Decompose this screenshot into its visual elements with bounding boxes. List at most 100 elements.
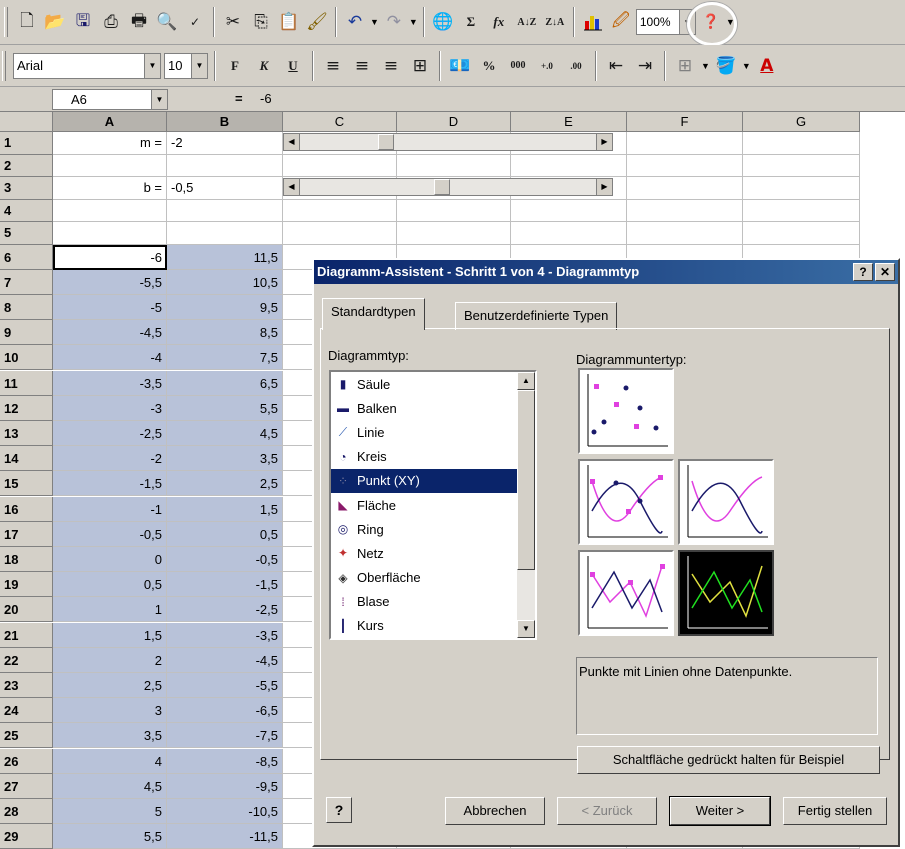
cell-a-7[interactable]: -5,5 [53, 269, 167, 295]
subtype-smooth-lines[interactable] [678, 459, 774, 545]
row-header[interactable]: 11 [0, 370, 53, 396]
cell-b-16[interactable]: 1,5 [167, 496, 283, 522]
row-header[interactable]: 14 [0, 446, 53, 472]
charttype-item[interactable]: ▬ Balken [331, 396, 517, 420]
copy-icon[interactable]: ⎘ [248, 7, 274, 37]
cell-a-2[interactable] [53, 154, 167, 177]
align-left-icon[interactable]: ≡ [320, 51, 346, 81]
bold-button[interactable]: F [222, 51, 248, 81]
cell-a-1[interactable]: m = [53, 132, 167, 155]
cell-a-12[interactable]: -3 [53, 395, 167, 421]
cell-a-27[interactable]: 4,5 [53, 773, 167, 799]
charttype-item[interactable]: ◎ Ring [331, 517, 517, 541]
row-header[interactable]: 15 [0, 471, 53, 497]
print-preview-icon[interactable]: 🔍 [154, 7, 180, 37]
charttype-item[interactable]: ◔ Kreis [331, 445, 517, 469]
scroll-right-icon[interactable]: ▶ [596, 179, 612, 195]
subtype-smooth-markers[interactable] [578, 459, 674, 545]
cell-b-25[interactable]: -7,5 [167, 723, 283, 749]
row-header[interactable]: 1 [0, 132, 53, 155]
cell-a-23[interactable]: 2,5 [53, 672, 167, 699]
column-header-a[interactable]: A [53, 112, 167, 132]
hyperlink-icon[interactable]: 🌐 [430, 7, 456, 37]
cell-a-29[interactable]: 5,5 [53, 824, 167, 849]
row-header[interactable]: 22 [0, 647, 53, 673]
scroll-thumb[interactable] [378, 134, 394, 150]
underline-button[interactable]: U [280, 51, 306, 81]
row-header[interactable]: 16 [0, 496, 53, 522]
row-header[interactable]: 3 [0, 177, 53, 200]
cell-empty[interactable] [283, 154, 397, 177]
chevron-down-icon[interactable]: ▼ [191, 53, 207, 78]
cell-a-19[interactable]: 0,5 [53, 572, 167, 598]
decrease-indent-icon[interactable]: ⇤ [603, 51, 629, 81]
cell-a-20[interactable]: 1 [53, 597, 167, 623]
cell-b-1[interactable]: -2 [167, 132, 283, 155]
chart-wizard-icon[interactable] [580, 7, 606, 37]
new-icon[interactable]: 🗋 [14, 7, 40, 37]
cell-empty[interactable] [283, 199, 397, 222]
back-button[interactable]: < Zurück [557, 797, 657, 825]
cell-a-25[interactable]: 3,5 [53, 723, 167, 749]
finish-button[interactable]: Fertig stellen [783, 797, 887, 825]
row-header[interactable]: 26 [0, 748, 53, 774]
formula-equals[interactable]: = [235, 91, 243, 106]
subtype-scatter[interactable] [578, 368, 674, 454]
cell-empty[interactable] [743, 177, 860, 200]
fill-dropdown-icon[interactable]: ▼ [742, 61, 751, 71]
cell-b-22[interactable]: -4,5 [167, 647, 283, 673]
cell-b-29[interactable]: -11,5 [167, 824, 283, 849]
cell-a-4[interactable] [53, 199, 167, 222]
name-box[interactable]: A6 ▼ [52, 89, 168, 110]
cell-empty[interactable] [511, 154, 627, 177]
cell-b-5[interactable] [167, 222, 283, 245]
font-color-icon[interactable]: A [754, 51, 780, 81]
borders-icon[interactable]: ⊞ [672, 51, 698, 81]
print-icon[interactable]: 🖶 [126, 7, 152, 37]
charttype-item[interactable]: ▮ Säule [331, 372, 517, 396]
toolbar-grip[interactable] [4, 7, 8, 37]
list-scrollbar[interactable]: ▲ ▼ [517, 372, 535, 638]
italic-button[interactable]: K [251, 51, 277, 81]
fill-color-icon[interactable]: 🪣 [713, 51, 739, 81]
cell-b-27[interactable]: -9,5 [167, 773, 283, 799]
cell-a-16[interactable]: -1 [53, 496, 167, 522]
cell-b-12[interactable]: 5,5 [167, 395, 283, 421]
row-header[interactable]: 20 [0, 597, 53, 623]
tab-benutzerdefinierte-typen[interactable]: Benutzerdefinierte Typen [455, 302, 618, 330]
undo-icon[interactable]: ↶ [342, 7, 368, 37]
row-header[interactable]: 8 [0, 294, 53, 321]
cell-a-9[interactable]: -4,5 [53, 320, 167, 346]
sort-ascending-icon[interactable]: A↓Z [514, 7, 540, 37]
close-icon[interactable]: ✕ [875, 263, 895, 281]
autosum-icon[interactable]: Σ [458, 7, 484, 37]
cell-b-9[interactable]: 8,5 [167, 320, 283, 346]
row-header[interactable]: 5 [0, 222, 53, 245]
currency-icon[interactable]: 💶 [447, 51, 473, 81]
save-icon[interactable]: 🖫 [70, 7, 96, 37]
increase-decimal-icon[interactable]: +.0 [534, 51, 560, 81]
paste-icon[interactable]: 📋 [276, 7, 302, 37]
help-button[interactable]: ? [326, 797, 352, 823]
column-header-b[interactable]: B [167, 112, 283, 132]
merge-center-icon[interactable]: ⊞ [407, 51, 433, 81]
column-header-d[interactable]: D [397, 112, 511, 132]
redo-icon[interactable]: ↷ [381, 7, 407, 37]
cell-a-26[interactable]: 4 [53, 748, 167, 774]
cell-empty[interactable] [397, 199, 511, 222]
format-painter-icon[interactable]: 🖌 [304, 7, 330, 37]
next-button[interactable]: Weiter > [669, 796, 771, 826]
charttype-item[interactable]: ◣ Fläche [331, 493, 517, 517]
cell-empty[interactable] [743, 132, 860, 155]
scroll-left-icon[interactable]: ◀ [284, 134, 300, 150]
cell-empty[interactable] [743, 222, 860, 245]
cell-empty[interactable] [743, 199, 860, 222]
row-header[interactable]: 13 [0, 420, 53, 447]
cell-b-14[interactable]: 3,5 [167, 446, 283, 472]
cell-a-22[interactable]: 2 [53, 647, 167, 673]
row-header[interactable]: 12 [0, 395, 53, 421]
sort-descending-icon[interactable]: Z↓A [542, 7, 568, 37]
cell-empty[interactable] [511, 199, 627, 222]
print-setup-icon[interactable]: ⎙ [98, 7, 124, 37]
cell-b-6[interactable]: 11,5 [167, 244, 283, 270]
